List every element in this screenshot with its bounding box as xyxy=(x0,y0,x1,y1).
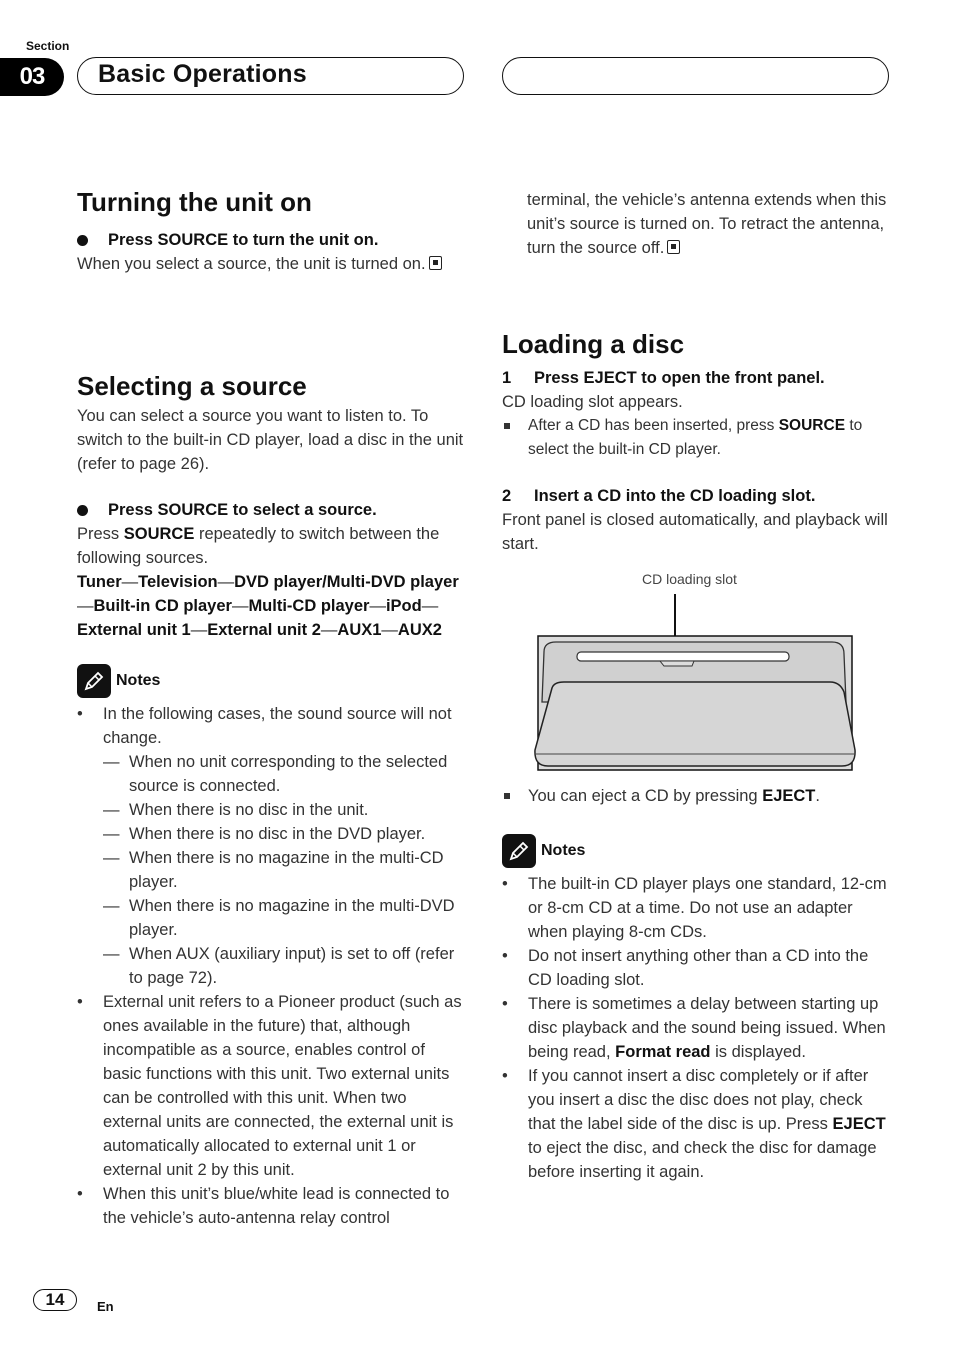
heading-selecting-source: Selecting a source xyxy=(77,371,307,401)
figure-caption: CD loading slot xyxy=(642,571,737,587)
source-name: Built-in CD player xyxy=(93,597,232,615)
antenna-note-continuation: terminal, the vehicle’s antenna extends … xyxy=(527,188,892,260)
separator: — xyxy=(369,597,386,615)
step-1: 1 Press EJECT to open the front panel. xyxy=(502,366,892,390)
section-label: Section xyxy=(26,39,70,53)
separator: — xyxy=(421,597,439,615)
step-text: Insert a CD into the CD loading slot. xyxy=(534,487,816,505)
source-name: DVD player/Multi-DVD player xyxy=(234,573,459,591)
note-text: If you cannot insert a disc completely o… xyxy=(528,1067,869,1133)
eject-note: You can eject a CD by pressing EJECT. xyxy=(502,784,892,808)
note-subitem: When there is no disc in the DVD player. xyxy=(103,822,467,846)
step-number: 1 xyxy=(502,369,512,387)
body-text: After a CD has been inserted, press xyxy=(528,417,779,434)
separator: — xyxy=(217,573,235,591)
separator: — xyxy=(190,621,208,639)
heading-turning-on: Turning the unit on xyxy=(77,187,312,217)
separator: — xyxy=(77,597,94,615)
notes-right: Notes The built-in CD player plays one s… xyxy=(502,834,892,1184)
notes-header: Notes xyxy=(502,834,892,868)
heading-loading-disc: Loading a disc xyxy=(502,329,685,359)
key-name: SOURCE xyxy=(778,417,846,434)
note-item: There is sometimes a delay between start… xyxy=(502,992,892,1064)
source-name: AUX1 xyxy=(337,621,382,639)
note-item: In the following cases, the sound source… xyxy=(77,702,467,990)
step-number: 2 xyxy=(502,487,512,505)
key-name: EJECT xyxy=(762,787,816,805)
separator: — xyxy=(320,621,338,639)
chapter-title: Basic Operations xyxy=(98,60,307,88)
end-mark-icon xyxy=(667,240,681,254)
turning-on-text: When you select a source, the unit is tu… xyxy=(77,252,467,276)
section-number-badge: 03 xyxy=(0,58,64,96)
bullet-dot-icon xyxy=(77,504,88,516)
step-select-source: Press SOURCE to select a source. xyxy=(77,498,467,522)
step-2: 2 Insert a CD into the CD loading slot. xyxy=(502,484,892,508)
note-text: When this unit’s blue/white lead is conn… xyxy=(103,1185,450,1227)
source-name: External unit 1 xyxy=(77,621,191,639)
step-1-text: CD loading slot appears. xyxy=(502,393,683,411)
page-number: 14 xyxy=(33,1289,77,1311)
bullet-dot-icon xyxy=(77,234,88,246)
note-subitem: When no unit corresponding to the select… xyxy=(103,750,467,798)
note-subitem: When AUX (auxiliary input) is set to off… xyxy=(103,942,467,990)
notes-header: Notes xyxy=(77,664,467,698)
language-label: En xyxy=(97,1299,114,1314)
body-text: You can eject a CD by pressing xyxy=(528,787,763,805)
key-name: SOURCE xyxy=(123,525,195,543)
pencil-note-icon xyxy=(77,664,111,698)
note-subitem: When there is no magazine in the multi-D… xyxy=(103,894,467,942)
note-item: Do not insert anything other than a CD i… xyxy=(502,944,892,992)
section-loading-disc: Loading a disc 1 Press EJECT to open the … xyxy=(502,328,892,556)
source-name: Television xyxy=(138,573,218,591)
body-text: Press xyxy=(77,525,124,543)
notes-title: Notes xyxy=(116,672,161,689)
note-text-continued: terminal, the vehicle’s antenna extends … xyxy=(527,191,887,257)
separator: — xyxy=(381,621,398,639)
display-message: Format read xyxy=(615,1043,711,1061)
section-turning-on: Turning the unit on Press SOURCE to turn… xyxy=(77,186,467,276)
header-empty-frame xyxy=(502,57,889,95)
note-subitem: When there is no magazine in the multi-C… xyxy=(103,846,467,894)
end-mark-icon xyxy=(428,256,442,270)
pencil-note-icon xyxy=(502,834,536,868)
step-text: Press SOURCE to select a source. xyxy=(108,501,377,519)
source-name: Multi-CD player xyxy=(248,597,370,615)
selecting-source-text: Press SOURCE repeatedly to switch betwee… xyxy=(77,522,467,570)
step-text: Press SOURCE to turn the unit on. xyxy=(108,231,379,249)
section-selecting-source: Selecting a source You can select a sour… xyxy=(77,370,467,1230)
body-text: When you select a source, the unit is tu… xyxy=(77,255,426,273)
step-turn-on: Press SOURCE to turn the unit on. xyxy=(77,228,467,252)
cd-slot xyxy=(576,651,790,662)
note-text: is displayed. xyxy=(710,1043,806,1061)
note-item: External unit refers to a Pioneer produc… xyxy=(77,990,467,1182)
front-panel xyxy=(534,681,856,767)
eject-note-item: You can eject a CD by pressing EJECT. xyxy=(502,784,892,808)
notes-list: The built-in CD player plays one standar… xyxy=(502,872,892,1184)
separator: — xyxy=(231,597,249,615)
source-sequence: Tuner—Television—DVD player/Multi-DVD pl… xyxy=(77,570,467,642)
notes-list: In the following cases, the sound source… xyxy=(77,702,467,1230)
step-text: Press EJECT to open the front panel. xyxy=(534,369,825,387)
body-text: . xyxy=(815,787,820,805)
note-item: When this unit’s blue/white lead is conn… xyxy=(77,1182,467,1230)
note-text: In the following cases, the sound source… xyxy=(103,705,452,747)
key-name: EJECT xyxy=(832,1115,886,1133)
note-subitem: When there is no disc in the unit. xyxy=(103,798,467,822)
step-2-text: Front panel is closed automatically, and… xyxy=(502,511,888,553)
notes-title: Notes xyxy=(541,842,586,859)
step-1-note: After a CD has been inserted, press SOUR… xyxy=(502,414,892,462)
note-text: to eject the disc, and check the disc fo… xyxy=(528,1139,877,1181)
note-sublist: When no unit corresponding to the select… xyxy=(103,750,467,990)
selecting-source-intro: You can select a source you want to list… xyxy=(77,407,464,473)
source-name: External unit 2 xyxy=(207,621,321,639)
source-name: AUX2 xyxy=(397,621,442,639)
note-item: The built-in CD player plays one standar… xyxy=(502,872,892,944)
source-name: Tuner xyxy=(77,573,122,591)
cd-unit-illustration xyxy=(534,594,856,771)
note-item: If you cannot insert a disc completely o… xyxy=(502,1064,892,1184)
slot-tab xyxy=(658,660,695,667)
source-name: iPod xyxy=(385,597,422,615)
separator: — xyxy=(121,573,139,591)
